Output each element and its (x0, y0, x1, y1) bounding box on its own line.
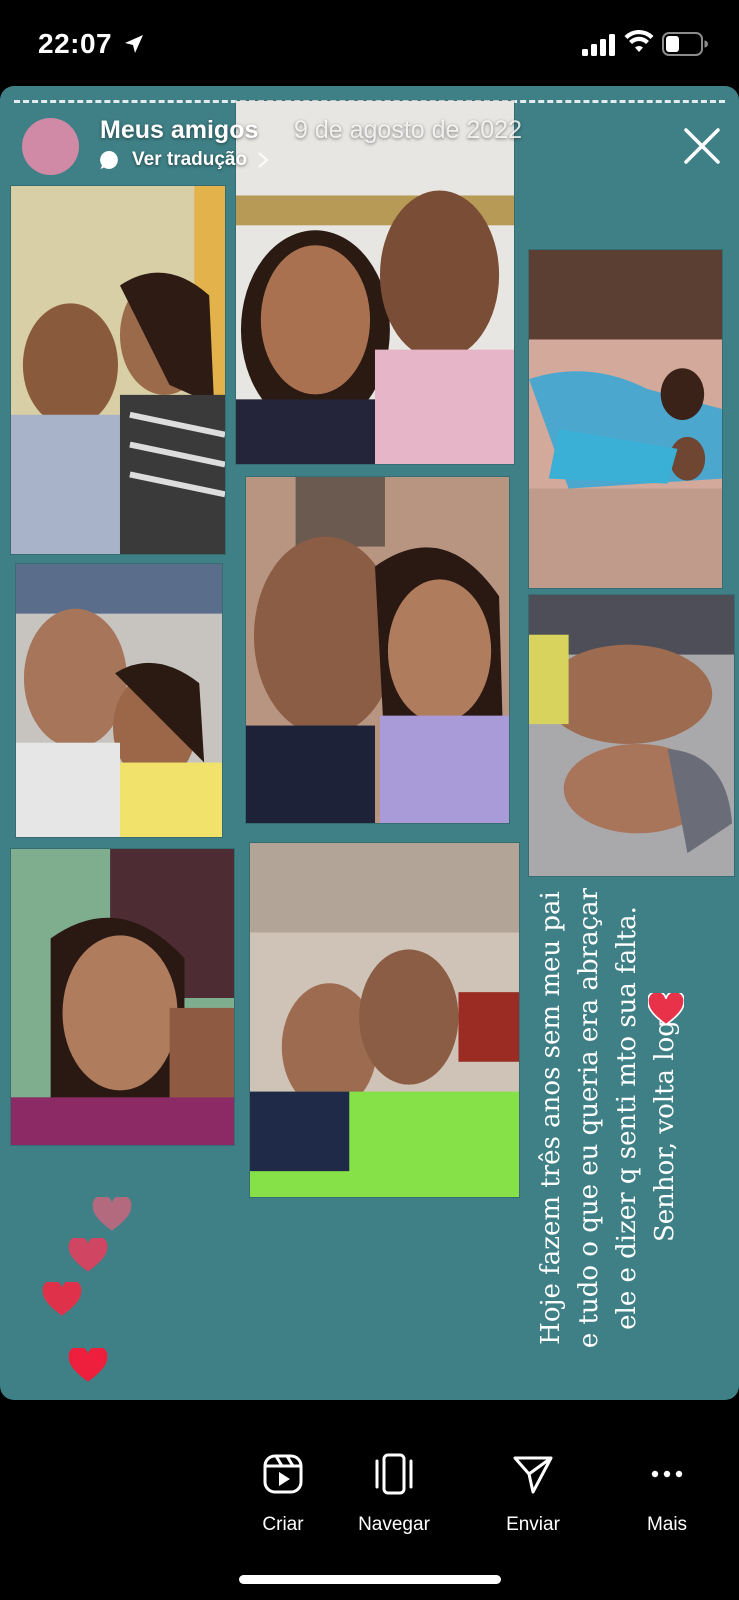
create-button[interactable]: Criar (223, 1452, 343, 1536)
bottom-action-bar: Criar Navegar Enviar Mais (0, 1400, 739, 1600)
collage-photo (528, 249, 723, 589)
collage-photo (249, 842, 520, 1198)
caption-line: Senhor, volta logo! (650, 993, 680, 1243)
caption-line: Hoje fazem três anos sem meu pai (536, 891, 566, 1345)
more-icon (651, 1470, 683, 1478)
battery-icon (662, 32, 708, 56)
status-bar: 22:07 (0, 0, 739, 86)
send-button[interactable]: Enviar (473, 1452, 593, 1536)
avatar[interactable] (22, 118, 79, 175)
collage-photo (528, 594, 735, 877)
create-reel-icon (263, 1454, 303, 1494)
more-button[interactable]: Mais (607, 1452, 727, 1536)
chevron-right-icon (258, 152, 269, 168)
heart-icon (68, 1238, 108, 1272)
browse-label: Navegar (358, 1514, 430, 1535)
story-caption: Hoje fazem três anos sem meu pai e tudo … (532, 868, 684, 1368)
caption-line: ele e dizer q senti mto sua falta. (612, 906, 642, 1330)
close-icon[interactable] (682, 126, 722, 166)
browse-button[interactable]: Navegar (334, 1452, 454, 1536)
story-header: Meus amigos 9 de agosto de 2022 Ver trad… (0, 86, 739, 196)
translate-link[interactable]: Ver tradução (100, 148, 269, 172)
send-icon (513, 1456, 553, 1494)
story-date: 9 de agosto de 2022 (294, 116, 522, 144)
send-label: Enviar (506, 1514, 560, 1535)
heart-icon (42, 1282, 82, 1316)
collage-photo (245, 476, 510, 824)
collage-photo (10, 848, 235, 1146)
more-label: Mais (646, 1514, 688, 1535)
collage-photo (10, 185, 226, 555)
status-time: 22:07 (38, 28, 113, 59)
signal-bars-icon (582, 34, 615, 56)
create-label: Criar (262, 1514, 304, 1535)
wifi-icon (624, 30, 654, 52)
heart-emoji-icon (648, 993, 684, 1026)
heart-icon (68, 1348, 108, 1382)
heart-icon (92, 1197, 132, 1231)
home-indicator (239, 1575, 501, 1584)
collage-photo (15, 563, 223, 838)
translate-label: Ver tradução (132, 149, 248, 170)
caption-line: e tudo o que eu queria era abraçar (574, 887, 604, 1349)
location-arrow-icon (125, 35, 143, 53)
browse-icon (375, 1453, 413, 1495)
chat-bubble-icon (100, 150, 118, 169)
username[interactable]: Meus amigos (100, 116, 258, 145)
story-card[interactable]: Meus amigos 9 de agosto de 2022 Ver trad… (0, 86, 739, 1400)
